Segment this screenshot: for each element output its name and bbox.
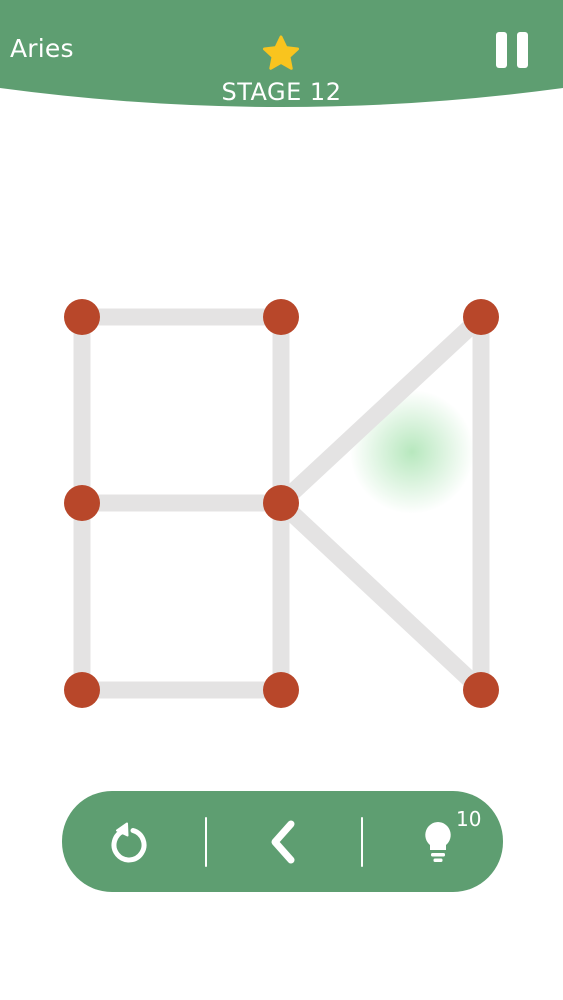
restart-icon xyxy=(111,822,147,862)
puzzle-edge-EH[interactable] xyxy=(272,494,490,699)
bottom-toolbar: 10 xyxy=(62,791,503,892)
hint-count-badge: 10 xyxy=(456,807,482,831)
puzzle-node-B[interactable] xyxy=(263,299,299,335)
puzzle-node-D[interactable] xyxy=(64,485,100,521)
toolbar-divider xyxy=(361,817,363,867)
toolbar-divider xyxy=(205,817,207,867)
puzzle-node-E[interactable] xyxy=(263,485,299,521)
hint-glow xyxy=(350,390,474,514)
puzzle-node-G[interactable] xyxy=(263,672,299,708)
puzzle-node-C[interactable] xyxy=(463,299,499,335)
restart-button[interactable] xyxy=(68,791,188,892)
back-button[interactable] xyxy=(223,791,343,892)
puzzle-node-A[interactable] xyxy=(64,299,100,335)
lightbulb-icon xyxy=(425,821,451,862)
puzzle-node-H[interactable] xyxy=(463,672,499,708)
chevron-left-icon xyxy=(271,820,295,863)
puzzle-node-F[interactable] xyxy=(64,672,100,708)
